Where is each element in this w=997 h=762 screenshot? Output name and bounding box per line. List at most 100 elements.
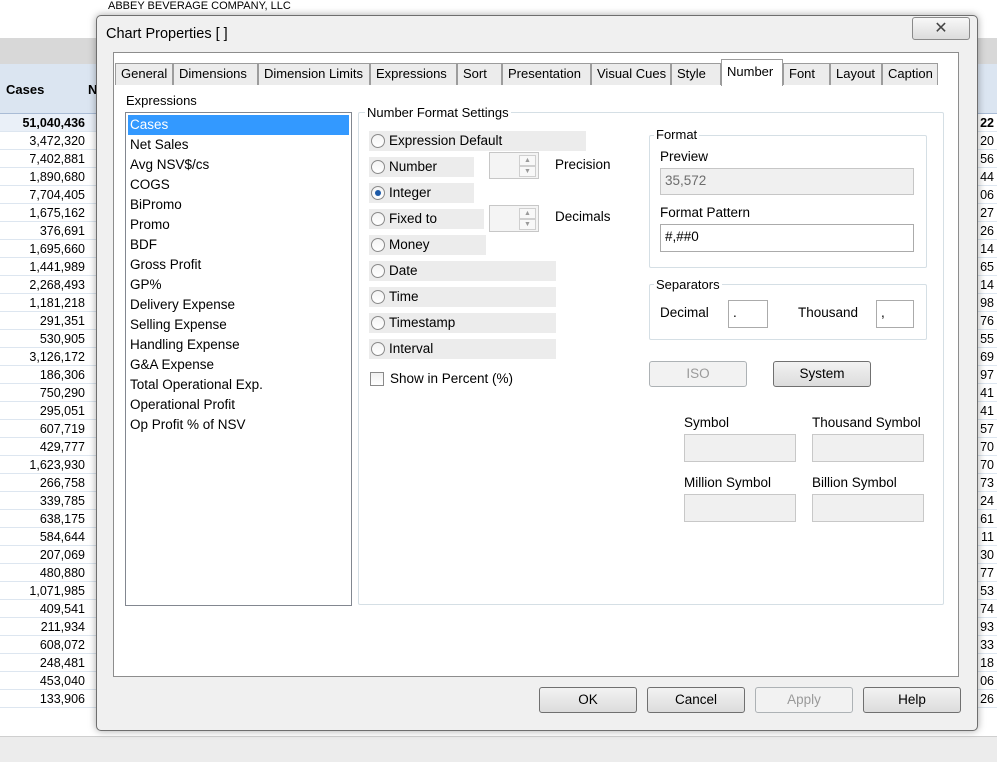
radio-button-selected[interactable] — [371, 186, 385, 200]
help-button[interactable]: Help — [863, 687, 961, 713]
radio-time[interactable]: Time — [369, 287, 556, 307]
list-item[interactable]: Handling Expense — [128, 335, 349, 355]
expressions-list[interactable]: Cases Net Sales Avg NSV$/cs COGS BiPromo Prom… — [125, 112, 352, 606]
tab-visual-cues[interactable]: Visual Cues — [591, 63, 671, 85]
radio-label: Interval — [389, 341, 434, 356]
app-status-bar — [0, 736, 997, 762]
thousand-separator-input[interactable]: , — [876, 300, 914, 328]
radio-date[interactable]: Date — [369, 261, 556, 281]
radio-label: Money — [389, 237, 430, 252]
radio-button[interactable] — [371, 264, 385, 278]
tab-presentation[interactable]: Presentation — [502, 63, 591, 85]
tab-dimensions[interactable]: Dimensions — [173, 63, 258, 85]
radio-label: Number — [389, 159, 438, 174]
radio-timestamp[interactable]: Timestamp — [369, 313, 556, 333]
list-item[interactable]: Cases — [128, 115, 349, 135]
tab-font[interactable]: Font — [783, 63, 830, 85]
tab-general[interactable]: General — [115, 63, 173, 85]
list-item[interactable]: Op Profit % of NSV — [128, 415, 349, 435]
radio-integer[interactable]: Integer — [369, 183, 474, 203]
dialog-titlebar[interactable]: Chart Properties [ ] ✕ — [97, 16, 977, 50]
table-cell: 1,181,218 — [0, 294, 100, 312]
list-item[interactable]: Avg NSV$/cs — [128, 155, 349, 175]
spin-up-icon[interactable]: ▲ — [519, 155, 536, 166]
tab-dimension-limits[interactable]: Dimension Limits — [258, 63, 370, 85]
list-item[interactable]: GP% — [128, 275, 349, 295]
list-item[interactable]: Total Operational Exp. — [128, 375, 349, 395]
symbol-label: Symbol — [684, 415, 730, 430]
table-cell: 608,072 — [0, 636, 100, 654]
list-item[interactable]: Promo — [128, 215, 349, 235]
thousand-symbol-label: Thousand Symbol — [812, 415, 921, 430]
table-cell: 295,051 — [0, 402, 100, 420]
list-item[interactable]: Selling Expense — [128, 315, 349, 335]
background-table: Cases N 51,040,436 3,472,320 7,402,881 1,89… — [0, 64, 100, 708]
iso-button[interactable]: ISO — [649, 361, 747, 387]
radio-expression-default[interactable]: Expression Default — [369, 131, 586, 151]
table-cell: 339,785 — [0, 492, 100, 510]
table-cell: 453,040 — [0, 672, 100, 690]
tab-sort[interactable]: Sort — [457, 63, 502, 85]
radio-button[interactable] — [371, 290, 385, 304]
close-button[interactable]: ✕ — [912, 17, 970, 40]
list-item[interactable]: COGS — [128, 175, 349, 195]
radio-button[interactable] — [371, 134, 385, 148]
radio-button[interactable] — [371, 238, 385, 252]
table-cell: 211,934 — [0, 618, 100, 636]
thousand-symbol-field[interactable] — [812, 434, 924, 462]
apply-button[interactable]: Apply — [755, 687, 853, 713]
decimals-spinner[interactable]: ▲ ▼ — [489, 205, 539, 232]
table-header[interactable]: Cases N — [0, 64, 100, 114]
column-header-cases: Cases — [6, 82, 45, 97]
table-cell: 291,351 — [0, 312, 100, 330]
radio-label: Fixed to — [389, 211, 438, 226]
million-symbol-field[interactable] — [684, 494, 796, 522]
radio-label: Date — [389, 263, 418, 278]
list-item[interactable]: Gross Profit — [128, 255, 349, 275]
show-in-percent-checkbox[interactable] — [370, 372, 384, 386]
system-button[interactable]: System — [773, 361, 871, 387]
list-item[interactable]: Operational Profit — [128, 395, 349, 415]
tab-number[interactable]: Number — [721, 59, 783, 86]
cancel-button[interactable]: Cancel — [647, 687, 745, 713]
precision-spinner[interactable]: ▲ ▼ — [489, 152, 539, 179]
list-item[interactable]: Net Sales — [128, 135, 349, 155]
radio-number[interactable]: Number — [369, 157, 474, 177]
chart-properties-dialog: Chart Properties [ ] ✕ General Dimension… — [96, 15, 978, 731]
decimal-separator-input[interactable]: . — [728, 300, 768, 328]
company-name: ABBEY BEVERAGE COMPANY, LLC — [108, 0, 291, 12]
number-format-label: Number Format Settings — [365, 105, 511, 120]
radio-label: Integer — [389, 185, 432, 200]
symbol-field[interactable] — [684, 434, 796, 462]
list-item[interactable]: Delivery Expense — [128, 295, 349, 315]
billion-symbol-field[interactable] — [812, 494, 924, 522]
list-item[interactable]: G&A Expense — [128, 355, 349, 375]
table-cell: 480,880 — [0, 564, 100, 582]
format-pattern-input[interactable]: #,##0 — [660, 224, 914, 252]
tab-expressions[interactable]: Expressions — [370, 63, 457, 85]
radio-button[interactable] — [371, 316, 385, 330]
ok-button[interactable]: OK — [539, 687, 637, 713]
million-symbol-label: Million Symbol — [684, 475, 772, 490]
radio-button[interactable] — [371, 342, 385, 356]
spin-down-icon[interactable]: ▼ — [519, 219, 536, 230]
tab-caption[interactable]: Caption — [882, 63, 938, 85]
radio-money[interactable]: Money — [369, 235, 486, 255]
decimals-label: Decimals — [555, 209, 611, 224]
table-cell: 1,623,930 — [0, 456, 100, 474]
list-item[interactable]: BDF — [128, 235, 349, 255]
total-cell: 51,040,436 — [0, 114, 100, 132]
close-icon: ✕ — [934, 20, 948, 37]
spin-down-icon[interactable]: ▼ — [519, 166, 536, 177]
tab-layout[interactable]: Layout — [830, 63, 882, 85]
spin-up-icon[interactable]: ▲ — [519, 208, 536, 219]
radio-button[interactable] — [371, 212, 385, 226]
table-cell: 1,071,985 — [0, 582, 100, 600]
radio-button[interactable] — [371, 160, 385, 174]
tab-style[interactable]: Style — [671, 63, 721, 85]
format-pattern-label: Format Pattern — [660, 205, 751, 220]
radio-fixed-to[interactable]: Fixed to — [369, 209, 484, 229]
list-item[interactable]: BiPromo — [128, 195, 349, 215]
table-cell: 1,695,660 — [0, 240, 100, 258]
radio-interval[interactable]: Interval — [369, 339, 556, 359]
